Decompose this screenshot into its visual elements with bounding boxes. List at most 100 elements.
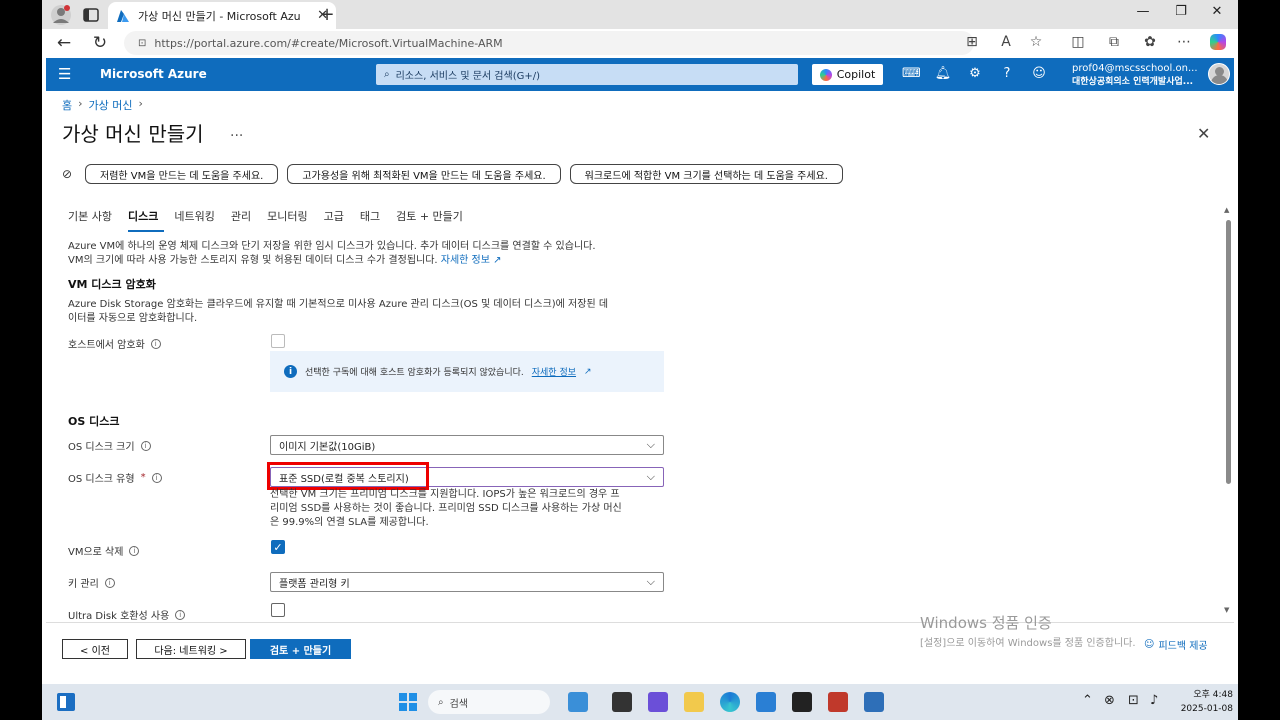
key-management-select[interactable]: 플랫폼 관리형 키 ⌵ <box>270 572 664 592</box>
avatar[interactable] <box>1208 63 1230 85</box>
app-available-icon[interactable]: ⊞ <box>962 34 982 50</box>
tab-advanced[interactable]: 고급 <box>324 208 350 232</box>
help-icon[interactable]: ? <box>998 66 1016 81</box>
breadcrumb-separator: › <box>138 97 143 110</box>
tray-app-icon[interactable]: ⊗ <box>1104 693 1115 708</box>
delete-with-vm-checkbox[interactable]: ✓ <box>271 540 285 554</box>
more-options-icon[interactable]: ... <box>230 124 243 140</box>
info-icon[interactable]: i <box>150 338 161 349</box>
taskbar: ⌕ 검색 ⌃ ⊗ ⊡ ♪ 오후 4:48 2025-01-08 <box>42 684 1238 720</box>
terminal-icon[interactable] <box>792 692 812 712</box>
new-tab-icon[interactable]: + <box>316 4 338 25</box>
info-filled-icon: i <box>284 365 297 378</box>
tab-disks[interactable]: 디스크 <box>127 208 165 232</box>
address-bar-row: ← ↻ ⊡ https://portal.azure.com/#create/M… <box>42 29 1238 57</box>
prompt-cheap-vm[interactable]: 저렴한 VM을 만드는 데 도움을 주세요. <box>85 164 279 184</box>
tab-management[interactable]: 관리 <box>231 208 257 232</box>
prompt-vm-size[interactable]: 워크로드에 적합한 VM 크기를 선택하는 데 도움을 주세요. <box>569 164 843 184</box>
intro-learn-more-link[interactable]: 자세한 정보 <box>441 255 490 266</box>
copilot-button[interactable]: Copilot <box>812 64 883 85</box>
account-email: prof04@mscsschool.on... <box>1072 63 1198 74</box>
widgets-icon[interactable] <box>56 692 76 712</box>
store-icon[interactable] <box>756 692 776 712</box>
prompt-high-availability[interactable]: 고가용성을 위해 최적화된 VM을 만드는 데 도움을 주세요. <box>287 164 561 184</box>
extensions-icon[interactable]: ✿ <box>1140 34 1160 50</box>
info-icon[interactable]: i <box>104 577 115 588</box>
review-create-button[interactable]: 검토 + 만들기 <box>250 639 351 659</box>
info-learn-more-link[interactable]: 자세한 정보 <box>532 365 576 378</box>
host-encryption-checkbox[interactable] <box>271 334 285 348</box>
note-line-2: 리미엄 SSD를 사용하는 것이 좋습니다. 프리미엄 SSD 디스크를 사용하… <box>270 503 622 514</box>
scrollbar[interactable]: ▲ ▼ <box>1224 206 1234 616</box>
file-explorer-icon[interactable] <box>684 692 704 712</box>
minimize-icon[interactable]: — <box>1128 4 1158 19</box>
refresh-icon[interactable]: ↻ <box>90 33 110 53</box>
info-text: 선택한 구독에 대해 호스트 암호화가 등록되지 않았습니다. <box>305 368 524 378</box>
volume-icon[interactable]: ♪ <box>1150 693 1158 708</box>
snipping-tool-icon[interactable] <box>828 692 848 712</box>
close-blade-icon[interactable]: ✕ <box>1197 124 1210 143</box>
address-bar[interactable]: ⊡ https://portal.azure.com/#create/Micro… <box>124 31 974 55</box>
favorite-icon[interactable]: ☆ <box>1026 34 1046 50</box>
scroll-up-icon[interactable]: ▲ <box>1224 206 1229 214</box>
tab-actions-icon[interactable] <box>82 6 100 24</box>
breadcrumb: 홈 › 가상 머신 › <box>62 97 143 113</box>
os-disk-size-select[interactable]: 이미지 기본값(10GiB) ⌵ <box>270 435 664 455</box>
taskbar-search[interactable]: ⌕ 검색 <box>428 690 550 714</box>
site-info-icon[interactable]: ⊡ <box>138 38 146 49</box>
info-icon[interactable]: i <box>129 545 140 556</box>
tray-overflow-icon[interactable]: ⌃ <box>1082 693 1093 708</box>
ultra-disk-text: Ultra Disk 호환성 사용 <box>68 611 170 622</box>
profile-icon[interactable] <box>50 4 72 26</box>
os-disk-type-label: OS 디스크 유형 * i <box>68 470 162 485</box>
host-encryption-info-box: i 선택한 구독에 대해 호스트 암호화가 등록되지 않았습니다. 자세한 정보… <box>270 351 664 392</box>
os-disk-type-note: 선택한 VM 크기는 프리미엄 디스크를 지원합니다. IOPS가 높은 워크로… <box>270 488 690 530</box>
account-info[interactable]: prof04@mscsschool.on... 대한상공회의소 인력개발사업..… <box>1072 63 1198 87</box>
notepad-icon[interactable] <box>864 692 884 712</box>
info-icon[interactable]: i <box>175 609 186 620</box>
task-view-icon[interactable] <box>612 692 632 712</box>
cloud-shell-icon[interactable]: ⌨ <box>902 66 921 81</box>
collections-icon[interactable]: ⧉ <box>1104 34 1124 50</box>
split-screen-icon[interactable]: ◫ <box>1068 34 1088 50</box>
info-icon[interactable]: i <box>140 440 151 451</box>
previous-button[interactable]: < 이전 <box>62 639 128 659</box>
screen: 가상 머신 만들기 - Microsoft Azu ✕ + — ❐ ✕ ← ↻ … <box>42 0 1238 720</box>
breadcrumb-home[interactable]: 홈 <box>62 97 72 113</box>
tab-monitoring[interactable]: 모니터링 <box>267 208 313 232</box>
back-icon[interactable]: ← <box>54 33 74 53</box>
settings-more-icon[interactable]: ⋯ <box>1174 34 1194 50</box>
encryption-line-2: 이터를 자동으로 암호화합니다. <box>68 313 198 324</box>
tab-networking[interactable]: 네트워킹 <box>174 208 220 232</box>
copilot-sidebar-icon[interactable] <box>1208 34 1228 54</box>
info-icon[interactable]: i <box>151 472 162 483</box>
restore-icon[interactable]: ❐ <box>1166 4 1196 19</box>
chat-icon[interactable] <box>648 692 668 712</box>
hamburger-menu-icon[interactable]: ☰ <box>58 65 71 83</box>
browser-tab[interactable]: 가상 머신 만들기 - Microsoft Azu ✕ <box>108 2 336 29</box>
next-networking-button[interactable]: 다음: 네트워킹 > <box>136 639 246 659</box>
copilot-taskbar-icon[interactable] <box>568 692 588 712</box>
read-aloud-icon[interactable]: A <box>996 34 1016 50</box>
start-icon[interactable] <box>398 692 418 712</box>
feedback-icon[interactable]: ☺ <box>1030 66 1048 81</box>
clock-time: 오후 4:48 <box>1193 690 1233 700</box>
breadcrumb-vm[interactable]: 가상 머신 <box>89 97 133 113</box>
ultra-disk-checkbox[interactable] <box>271 603 285 617</box>
tab-basics[interactable]: 기본 사항 <box>68 208 118 232</box>
global-search-input[interactable]: ⌕ 리소스, 서비스 및 문서 검색(G+/) <box>376 64 798 85</box>
clock[interactable]: 오후 4:48 2025-01-08 <box>1173 688 1233 716</box>
notifications-icon[interactable]: 🔔︎ <box>934 66 952 81</box>
scroll-down-icon[interactable]: ▼ <box>1224 606 1229 614</box>
feedback-link[interactable]: ☺ 피드백 제공 <box>1144 637 1208 652</box>
azure-brand[interactable]: Microsoft Azure <box>100 67 207 81</box>
window-close-icon[interactable]: ✕ <box>1202 4 1232 19</box>
tab-tags[interactable]: 태그 <box>360 208 386 232</box>
network-icon[interactable]: ⊡ <box>1128 693 1139 708</box>
os-disk-size-text: OS 디스크 크기 <box>68 442 135 453</box>
scrollbar-thumb[interactable] <box>1226 220 1231 484</box>
settings-icon[interactable]: ⚙ <box>966 66 984 81</box>
tab-review-create[interactable]: 검토 + 만들기 <box>396 208 469 232</box>
host-encryption-text: 호스트에서 암호화 <box>68 340 145 351</box>
edge-icon[interactable] <box>720 692 740 712</box>
